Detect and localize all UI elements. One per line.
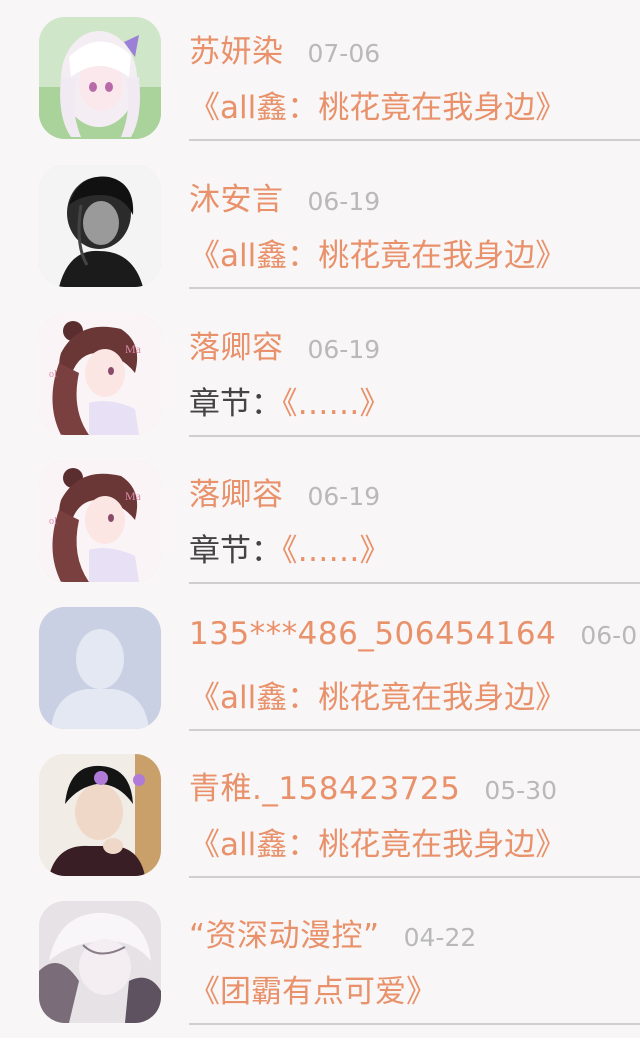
- comment-message[interactable]: 《团霸有点可爱》: [189, 966, 437, 1011]
- book-title-link[interactable]: 《all鑫：桃花竟在我身边》: [189, 680, 566, 716]
- comment-header: 落卿容 06-19: [189, 322, 380, 372]
- username[interactable]: 青稚._158423725: [189, 763, 460, 808]
- svg-text:Ma: Ma: [125, 489, 142, 503]
- comment-date: 06-19: [307, 187, 381, 216]
- comment-date: 07-06: [307, 39, 381, 68]
- comment-row[interactable]: 苏妍染 07-06 《all鑫：桃花竟在我身边》: [0, 0, 640, 147]
- comment-header: 135***486_506454164 06-0: [189, 616, 637, 666]
- anime-girl-curly-hair-avatar[interactable]: Ma ol: [39, 460, 161, 582]
- username[interactable]: “资深动漫控”: [189, 910, 380, 955]
- divider: [189, 139, 640, 141]
- boy-photo-avatar[interactable]: [39, 754, 161, 876]
- divider: [189, 287, 640, 289]
- comment-date: 05-30: [484, 776, 558, 805]
- comment-message[interactable]: 《all鑫：桃花竟在我身边》: [189, 230, 566, 275]
- book-title-link[interactable]: 《all鑫：桃花竟在我身边》: [189, 90, 566, 126]
- comment-date: 06-0: [580, 621, 638, 650]
- username[interactable]: 苏妍染: [189, 26, 284, 71]
- svg-text:ol: ol: [49, 516, 57, 527]
- comment-list: 苏妍染 07-06 《all鑫：桃花竟在我身边》 沐安言 06-19 《all鑫…: [0, 0, 640, 1038]
- username[interactable]: 落卿容: [189, 322, 284, 367]
- default-person-avatar[interactable]: [39, 607, 161, 729]
- divider: [189, 876, 640, 878]
- comment-row[interactable]: Ma ol 落卿容 06-19 章节：《……》: [0, 296, 640, 443]
- comment-date: 04-22: [403, 923, 477, 952]
- username[interactable]: 落卿容: [189, 469, 284, 514]
- username[interactable]: 135***486_506454164: [189, 616, 556, 652]
- comment-header: 沐安言 06-19: [189, 174, 380, 224]
- book-title-link[interactable]: 《all鑫：桃花竟在我身边》: [189, 238, 566, 274]
- anime-boy-sketch-avatar[interactable]: [39, 901, 161, 1023]
- anime-girl-white-hair-avatar[interactable]: [39, 17, 161, 139]
- anime-girl-curly-hair-avatar[interactable]: Ma ol: [39, 313, 161, 435]
- book-title-link[interactable]: 《all鑫：桃花竟在我身边》: [189, 827, 566, 863]
- comment-header: 落卿容 06-19: [189, 469, 380, 519]
- comment-row[interactable]: “资深动漫控” 04-22 《团霸有点可爱》: [0, 884, 640, 1031]
- monochrome-boy-avatar[interactable]: [39, 165, 161, 287]
- comment-date: 06-19: [307, 335, 381, 364]
- divider: [189, 582, 640, 584]
- svg-text:Ma: Ma: [125, 342, 142, 356]
- comment-message[interactable]: 《all鑫：桃花竟在我身边》: [189, 819, 566, 864]
- comment-message[interactable]: 章节：《……》: [189, 525, 391, 570]
- message-prefix: 章节：: [189, 386, 282, 422]
- comment-row[interactable]: 青稚._158423725 05-30 《all鑫：桃花竟在我身边》: [0, 737, 640, 884]
- comment-row[interactable]: Ma ol 落卿容 06-19 章节：《……》: [0, 443, 640, 590]
- divider: [189, 435, 640, 437]
- comment-date: 06-19: [307, 482, 381, 511]
- comment-row[interactable]: 135***486_506454164 06-0 《all鑫：桃花竟在我身边》: [0, 590, 640, 737]
- divider: [189, 729, 640, 731]
- comment-message[interactable]: 《all鑫：桃花竟在我身边》: [189, 82, 566, 127]
- comment-row[interactable]: 沐安言 06-19 《all鑫：桃花竟在我身边》: [0, 148, 640, 295]
- book-title-link[interactable]: 《……》: [282, 386, 391, 422]
- comment-header: 苏妍染 07-06: [189, 26, 380, 76]
- username[interactable]: 沐安言: [189, 174, 284, 219]
- book-title-link[interactable]: 《……》: [282, 533, 391, 569]
- comment-header: “资深动漫控” 04-22: [189, 910, 476, 960]
- comment-message[interactable]: 《all鑫：桃花竟在我身边》: [189, 672, 566, 717]
- comment-message[interactable]: 章节：《……》: [189, 378, 391, 423]
- divider: [189, 1023, 640, 1025]
- message-prefix: 章节：: [189, 533, 282, 569]
- svg-text:ol: ol: [49, 369, 57, 380]
- book-title-link[interactable]: 《团霸有点可爱》: [189, 974, 437, 1010]
- comment-header: 青稚._158423725 05-30: [189, 763, 557, 813]
